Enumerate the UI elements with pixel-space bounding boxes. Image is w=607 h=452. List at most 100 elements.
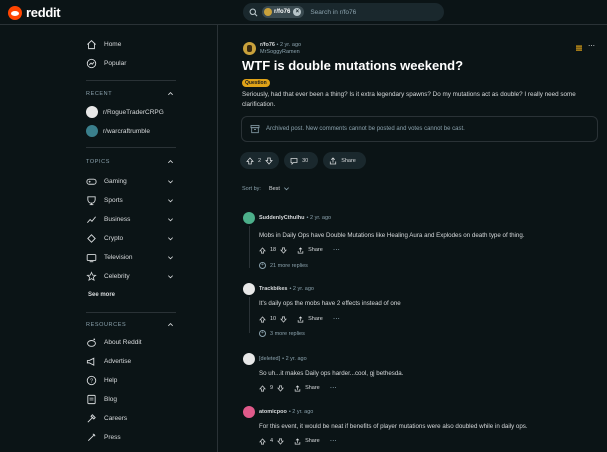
comment-author[interactable]: atomicpoo xyxy=(259,409,287,415)
comment-actions: 18 Share ⋯ xyxy=(259,246,341,254)
upvote-icon[interactable] xyxy=(259,384,266,392)
comment-share-button[interactable]: Share xyxy=(297,315,323,323)
sports-icon xyxy=(87,195,96,205)
more-replies-link[interactable]: + 3 more replies xyxy=(259,330,305,337)
comment-vote-count: 4 xyxy=(270,438,274,444)
topic-sports[interactable]: Sports xyxy=(86,193,174,207)
upvote-icon[interactable] xyxy=(246,156,254,165)
comment-share-button[interactable]: Share xyxy=(294,437,320,445)
more-options-icon[interactable]: ⋯ xyxy=(333,246,341,254)
more-options-icon[interactable]: ⋯ xyxy=(330,384,338,392)
see-more-button[interactable]: See more xyxy=(88,292,115,298)
recent-item-label: r/warcraftrumble xyxy=(103,127,150,135)
chevron-up-icon xyxy=(168,160,173,164)
award-icon[interactable] xyxy=(575,44,583,52)
subreddit-chip[interactable]: r/fo76 × xyxy=(262,6,305,18)
recent-item-roguetrader[interactable]: r/RogueTraderCRPG xyxy=(86,105,164,119)
comment-actions: 9 Share ⋯ xyxy=(259,384,338,392)
post-comment-count: 30 xyxy=(302,157,309,164)
archive-icon xyxy=(250,125,260,134)
resource-careers[interactable]: Careers xyxy=(86,411,127,425)
topic-gaming[interactable]: Gaming xyxy=(86,174,174,188)
post-title: WTF is double mutations weekend? xyxy=(242,58,464,73)
topic-label: Business xyxy=(104,215,131,223)
comments-button[interactable]: 30 xyxy=(284,152,319,169)
more-options-icon[interactable]: ⋯ xyxy=(330,437,338,445)
downvote-icon[interactable] xyxy=(280,247,288,254)
subreddit-avatar xyxy=(86,106,98,118)
nav-popular[interactable]: Popular xyxy=(86,56,126,70)
comment-time: • 2 yr. ago xyxy=(306,215,332,221)
search-bar[interactable]: r/fo76 × Search in r/fo76 xyxy=(243,3,444,21)
resource-about-reddit[interactable]: About Reddit xyxy=(86,335,142,349)
thread-line[interactable] xyxy=(249,226,250,268)
subreddit-avatar[interactable] xyxy=(243,42,256,55)
recent-item-warcraftrumble[interactable]: r/warcraftrumble xyxy=(86,124,150,138)
share-button[interactable]: Share xyxy=(323,152,366,169)
post-author-link[interactable]: MrSoggyRamen xyxy=(260,49,301,55)
resources-section-header[interactable]: RESOURCES xyxy=(86,321,174,328)
topics-section-header[interactable]: TOPICS xyxy=(86,158,174,165)
upvote-icon[interactable] xyxy=(259,315,266,323)
upvote-icon[interactable] xyxy=(259,437,266,445)
post-actions: 2 30 Share xyxy=(240,152,366,169)
topic-business[interactable]: Business xyxy=(86,212,174,226)
more-replies-link[interactable]: + 21 more replies xyxy=(259,262,308,269)
resource-advertise[interactable]: Advertise xyxy=(86,354,131,368)
avatar[interactable] xyxy=(243,212,255,224)
resource-label: About Reddit xyxy=(104,338,142,346)
avatar[interactable] xyxy=(243,353,255,365)
resource-blog[interactable]: Blog xyxy=(86,392,117,406)
expand-icon: + xyxy=(259,330,266,337)
topic-television[interactable]: Television xyxy=(86,250,174,264)
more-options-icon[interactable]: ⋯ xyxy=(588,43,595,52)
reddit-logo-icon xyxy=(8,5,22,20)
search-input[interactable]: Search in r/fo76 xyxy=(310,9,356,16)
topic-crypto[interactable]: Crypto xyxy=(86,231,174,245)
comment-text: So uh...it makes Daily ops harder...cool… xyxy=(259,370,404,377)
comment-time: • 2 yr. ago xyxy=(288,409,314,415)
archived-text: Archived post. New comments cannot be po… xyxy=(266,126,465,132)
comment-vote-count: 10 xyxy=(270,316,277,322)
downvote-icon[interactable] xyxy=(280,316,288,323)
upvote-icon[interactable] xyxy=(259,246,266,254)
subreddit-avatar xyxy=(86,125,98,137)
avatar[interactable] xyxy=(243,406,255,418)
post-body: Seriously, had that ever been a thing? I… xyxy=(242,91,576,108)
comment-text: For this event, it would be neat if bene… xyxy=(259,423,528,430)
comment-share-button[interactable]: Share xyxy=(297,246,323,254)
share-icon xyxy=(294,437,301,444)
thread-line[interactable] xyxy=(249,297,250,333)
chevron-up-icon xyxy=(168,323,173,327)
topic-label: Television xyxy=(104,253,133,261)
post-subreddit-link[interactable]: r/fo76 xyxy=(260,42,275,48)
help-icon: ? xyxy=(86,375,97,385)
sort-label: Sort by: xyxy=(242,185,261,192)
chevron-up-icon xyxy=(168,92,173,96)
more-options-icon[interactable]: ⋯ xyxy=(333,315,341,323)
topic-celebrity[interactable]: Celebrity xyxy=(86,269,174,283)
nav-home[interactable]: Home xyxy=(86,37,121,51)
recent-section-header[interactable]: RECENT xyxy=(86,90,174,97)
downvote-icon[interactable] xyxy=(277,438,284,445)
downvote-icon[interactable] xyxy=(277,385,284,392)
comment-author[interactable]: Trackbikes xyxy=(259,286,287,292)
reddit-logo[interactable]: reddit xyxy=(8,5,61,20)
comment-text: Mobs in Daily Ops have Double Mutations … xyxy=(259,232,525,239)
comment-author[interactable]: SuddenlyCthulhu xyxy=(259,215,305,221)
comment: [deleted] • 2 yr. ago So uh...it makes D… xyxy=(243,353,603,392)
subreddit-avatar xyxy=(264,8,272,16)
downvote-icon[interactable] xyxy=(265,157,273,165)
chevron-down-icon xyxy=(168,217,173,221)
recent-title: RECENT xyxy=(86,90,113,97)
avatar[interactable] xyxy=(243,283,255,295)
post-options: ⋯ xyxy=(575,43,595,52)
sort-control[interactable]: Sort by: Best xyxy=(242,185,290,192)
resource-help[interactable]: ? Help xyxy=(86,373,117,387)
comment-vote-count: 9 xyxy=(270,385,274,391)
press-icon xyxy=(87,433,96,441)
clear-chip-icon[interactable]: × xyxy=(293,8,302,16)
post-flair[interactable]: Question xyxy=(242,79,270,87)
comment-share-button[interactable]: Share xyxy=(294,384,320,392)
resource-press[interactable]: Press xyxy=(86,430,121,444)
